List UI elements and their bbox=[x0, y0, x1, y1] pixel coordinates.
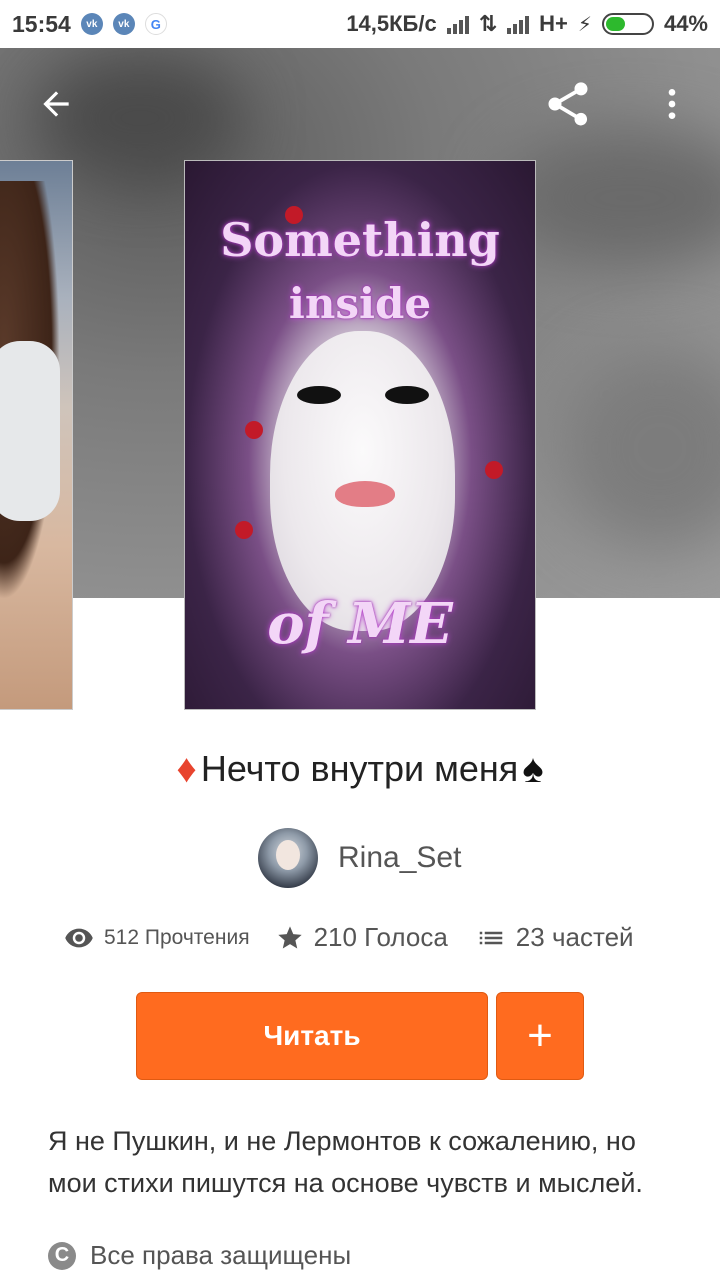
status-time: 15:54 bbox=[12, 10, 71, 37]
copyright-notice: C Все права защищены bbox=[48, 1240, 351, 1271]
more-vertical-icon bbox=[668, 89, 676, 119]
cover-title-line: of ME bbox=[267, 591, 453, 657]
vk-notification-icon: vk bbox=[112, 13, 135, 35]
charging-icon: ⚡ bbox=[577, 13, 592, 36]
battery-percent: 44% bbox=[663, 11, 708, 36]
story-cover[interactable]: Something inside of ME bbox=[184, 160, 536, 710]
story-title: ♦ Нечто внутри меня ♠ bbox=[0, 748, 720, 790]
votes-stat: 210 Голоса bbox=[276, 922, 448, 953]
status-bar: 15:54 vk vk G 14,5КБ/с ⇅ H+ ⚡ 44% bbox=[0, 0, 720, 48]
network-speed: 14,5КБ/с bbox=[346, 11, 437, 36]
author-link[interactable]: Rina_Set bbox=[258, 828, 461, 888]
cover-title-line: Something bbox=[220, 213, 500, 267]
votes-count: 210 Голоса bbox=[313, 922, 448, 952]
copyright-text: Все права защищены bbox=[90, 1240, 352, 1270]
eye-icon bbox=[65, 928, 93, 947]
back-button[interactable] bbox=[28, 76, 84, 132]
story-title-text: Нечто внутри меня bbox=[200, 748, 519, 789]
data-transfer-icon: ⇅ bbox=[478, 11, 498, 36]
battery-icon bbox=[601, 13, 654, 35]
author-name[interactable]: Rina_Set bbox=[338, 841, 461, 875]
add-to-library-button[interactable]: + bbox=[496, 992, 584, 1080]
cover-title-line: inside bbox=[288, 279, 432, 328]
list-icon bbox=[479, 931, 503, 944]
story-description: Я не Пушкин, и не Лермонтов к сожалению,… bbox=[48, 1126, 643, 1198]
signal-icon bbox=[446, 14, 469, 34]
share-button[interactable] bbox=[540, 76, 596, 132]
arrow-left-icon bbox=[43, 91, 69, 117]
share-icon bbox=[548, 82, 588, 126]
spade-icon: ♠ bbox=[522, 747, 544, 791]
author-avatar[interactable] bbox=[258, 828, 318, 888]
google-notification-icon: G bbox=[144, 13, 167, 35]
reads-count: 512 Прочтения bbox=[104, 925, 250, 949]
more-options-button[interactable] bbox=[644, 76, 700, 132]
copyright-icon: C bbox=[48, 1241, 76, 1270]
diamond-icon: ♦ bbox=[176, 747, 197, 791]
story-stats: 512 Прочтения 210 Голоса 23 частей bbox=[64, 922, 634, 953]
reads-stat: 512 Прочтения bbox=[64, 923, 250, 953]
star-icon bbox=[277, 925, 302, 948]
parts-count[interactable]: 23 частей bbox=[516, 922, 634, 953]
network-type: H+ bbox=[539, 11, 568, 36]
parts-stat[interactable]: 23 частей bbox=[476, 922, 634, 953]
vk-notification-icon: vk bbox=[80, 13, 103, 35]
read-button[interactable]: Читать bbox=[136, 992, 488, 1080]
signal-icon bbox=[507, 14, 530, 34]
previous-story-cover[interactable] bbox=[0, 160, 73, 710]
